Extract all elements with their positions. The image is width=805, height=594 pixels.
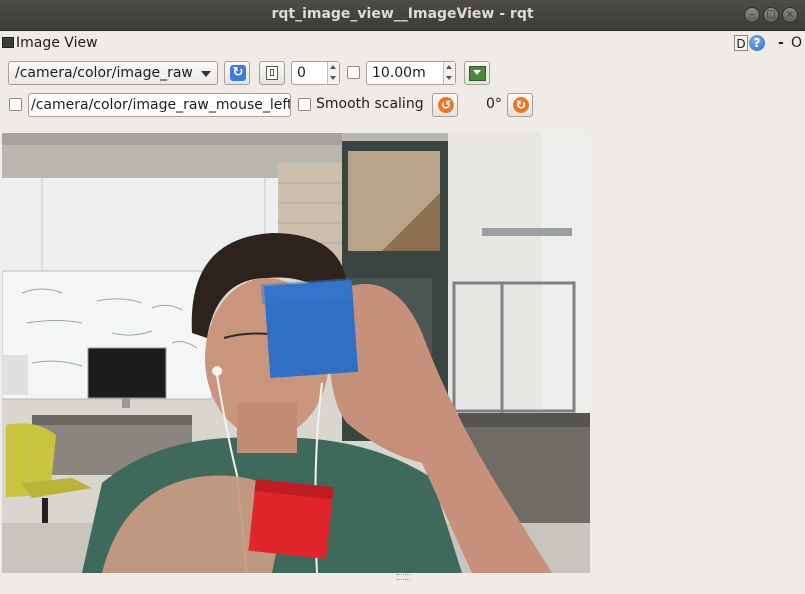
dock-button[interactable]: D	[734, 35, 748, 51]
help-button[interactable]: ?	[749, 35, 765, 51]
maximize-button[interactable]: □	[763, 7, 779, 23]
zoom-fit-button[interactable]	[464, 61, 490, 85]
publish-click-checkbox[interactable]	[9, 98, 22, 111]
spin-down-icon[interactable]	[327, 73, 339, 84]
maximize-icon: □	[766, 9, 776, 20]
plugin-icon	[2, 37, 14, 48]
plugin-header: Image View D ? - O	[0, 33, 805, 55]
plugin-title: Image View	[16, 35, 98, 51]
gridlines-spinbox[interactable]: 0	[291, 61, 340, 85]
rotate-left-button[interactable]: ↺	[432, 93, 458, 117]
minimize-plugin-button[interactable]: -	[778, 35, 784, 51]
gridlines-value: 0	[297, 65, 306, 81]
save-icon	[266, 66, 278, 80]
window-title: rqt_image_view__ImageView - rqt	[271, 6, 534, 22]
max-range-spinbox[interactable]: 10.00m	[366, 61, 456, 85]
topic-select-value: /camera/color/image_raw	[15, 65, 193, 81]
spin-up-icon[interactable]	[327, 62, 339, 73]
rotate-right-button[interactable]: ↻	[507, 93, 533, 117]
mouse-topic-value: /camera/color/image_raw_mouse_left	[31, 97, 291, 113]
dynamic-range-checkbox[interactable]	[347, 66, 360, 79]
close-icon: ×	[785, 9, 795, 20]
close-plugin-button[interactable]: O	[791, 35, 802, 51]
spin-up-icon[interactable]	[443, 62, 455, 73]
zoom-fit-icon	[469, 66, 486, 81]
rotation-label: 0°	[486, 96, 502, 112]
max-range-value: 10.00m	[372, 65, 426, 81]
smooth-scaling-checkbox[interactable]	[298, 98, 311, 111]
window-titlebar: rqt_image_view__ImageView - rqt – □ ×	[0, 0, 805, 31]
minimize-icon: –	[749, 9, 755, 20]
spin-down-icon[interactable]	[443, 73, 455, 84]
refresh-button[interactable]: ↻	[224, 61, 250, 85]
smooth-scaling-label: Smooth scaling	[316, 96, 424, 112]
rotate-cw-icon: ↻	[513, 97, 529, 113]
camera-image	[2, 133, 590, 573]
camera-image-view[interactable]	[2, 133, 590, 573]
save-image-button[interactable]	[259, 61, 285, 85]
resize-grip[interactable]	[396, 574, 410, 580]
chevron-down-icon	[201, 71, 211, 77]
rotate-ccw-icon: ↺	[438, 97, 454, 113]
close-button[interactable]: ×	[782, 7, 798, 23]
minimize-button[interactable]: –	[744, 7, 760, 23]
topic-select[interactable]: /camera/color/image_raw	[8, 61, 218, 85]
mouse-topic-input[interactable]: /camera/color/image_raw_mouse_left	[28, 93, 291, 117]
refresh-icon: ↻	[230, 65, 246, 81]
